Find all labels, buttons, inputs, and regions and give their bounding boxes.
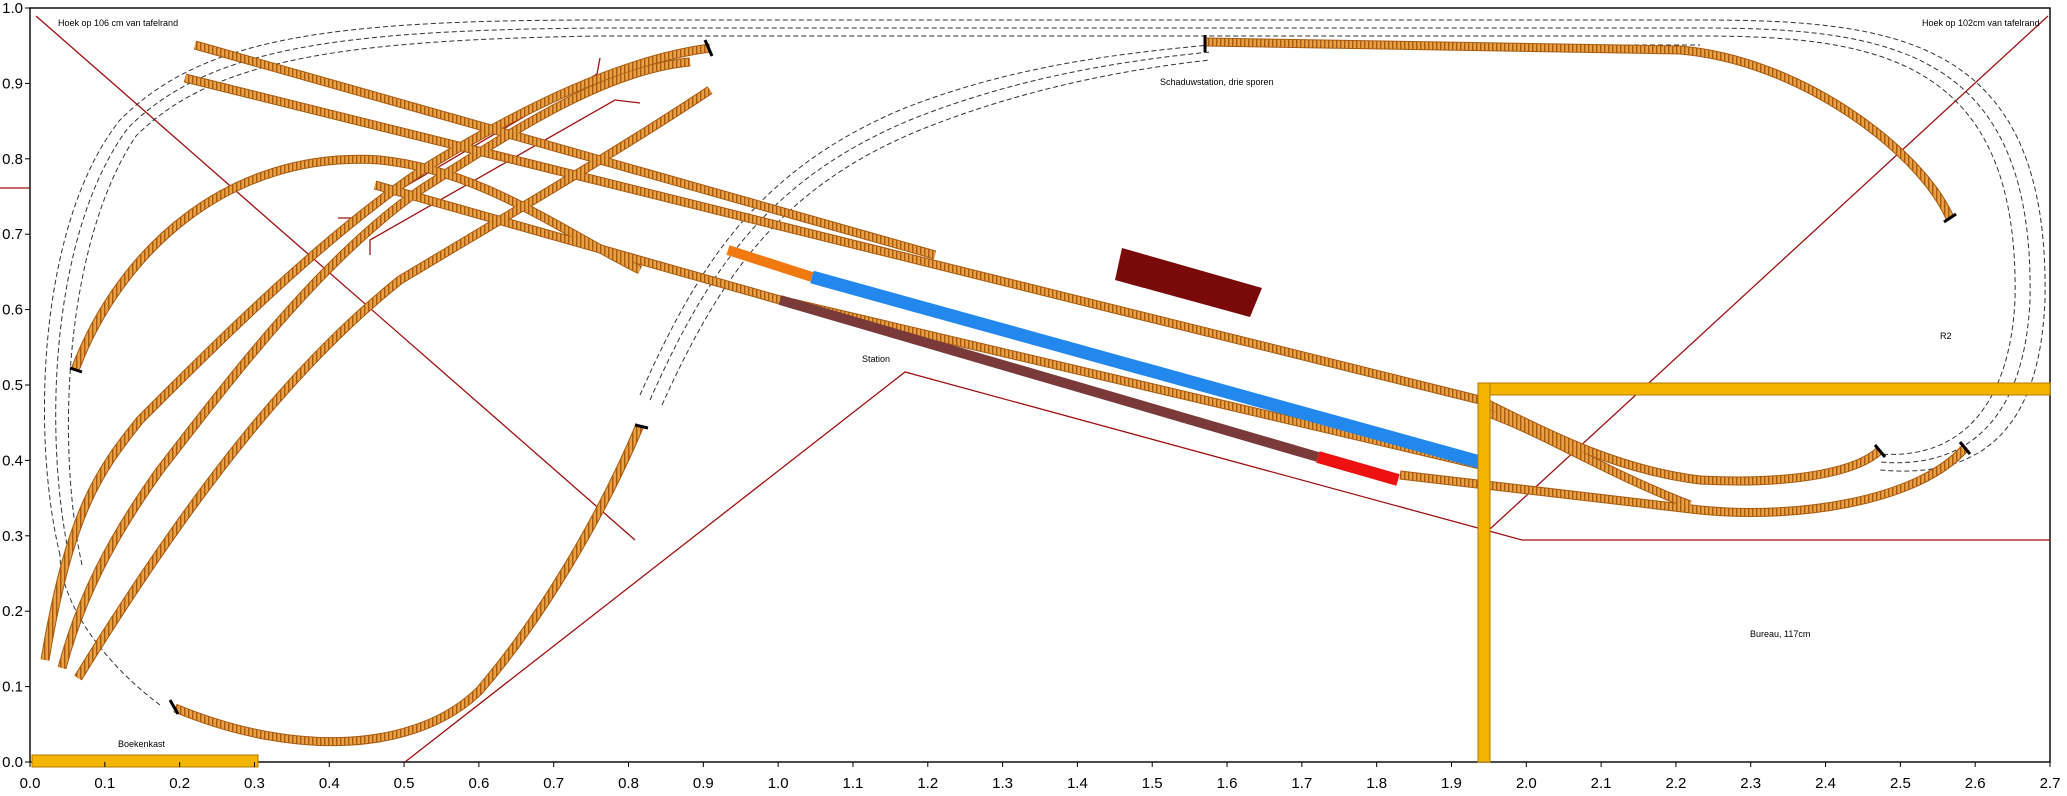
y-tick-label: 0.4 <box>2 452 23 469</box>
x-tick-label: 1.5 <box>1142 775 1163 792</box>
label-corner-left: Hoek op 106 cm van tafelrand <box>58 18 178 28</box>
label-r2: R2 <box>1940 331 1952 341</box>
y-tick-label: 1.0 <box>2 0 23 17</box>
x-tick-label: 2.4 <box>1815 775 1836 792</box>
x-tick-label: 0.0 <box>20 775 41 792</box>
label-shadow-station: Schaduwstation, drie sporen <box>1160 77 1274 87</box>
x-tick-label: 0.4 <box>319 775 340 792</box>
label-bureau: Bureau, 117cm <box>1750 629 1810 639</box>
x-tick-label: 2.2 <box>1665 775 1686 792</box>
y-tick-label: 0.9 <box>2 75 23 92</box>
x-tick-label: 1.9 <box>1441 775 1462 792</box>
bureau-leg <box>1477 382 1491 763</box>
x-tick-label: 2.0 <box>1516 775 1537 792</box>
x-tick-label: 1.0 <box>768 775 789 792</box>
y-tick-label: 0.2 <box>2 603 23 620</box>
x-tick-label: 0.5 <box>394 775 415 792</box>
y-tick-label: 0.6 <box>2 302 23 319</box>
x-tick-label: 2.5 <box>1890 775 1911 792</box>
x-axis: 0.0 0.1 0.2 0.3 0.4 0.5 0.6 0.7 0.8 0.9 1.0 1.1 1.2 1… <box>20 762 2061 792</box>
y-tick-label: 0.8 <box>2 151 23 168</box>
label-boekenkast: Boekenkast <box>118 739 166 749</box>
track-layout-diagram: Hoek op 106 cm van tafelrand Hoek op 102… <box>0 0 2061 792</box>
x-tick-label: 0.9 <box>693 775 714 792</box>
x-tick-label: 0.6 <box>468 775 489 792</box>
x-tick-label: 1.6 <box>1217 775 1238 792</box>
x-tick-label: 2.1 <box>1591 775 1612 792</box>
x-tick-label: 2.7 <box>2040 775 2061 792</box>
x-tick-label: 1.3 <box>992 775 1013 792</box>
y-tick-label: 0.7 <box>2 226 23 243</box>
x-tick-label: 0.8 <box>618 775 639 792</box>
x-tick-label: 0.7 <box>543 775 564 792</box>
x-tick-label: 1.4 <box>1067 775 1088 792</box>
x-tick-label: 0.3 <box>244 775 265 792</box>
label-station: Station <box>862 354 890 364</box>
x-tick-label: 0.2 <box>169 775 190 792</box>
bureau-top <box>1477 382 2051 396</box>
x-tick-label: 1.2 <box>917 775 938 792</box>
y-tick-label: 0.0 <box>2 754 23 771</box>
x-tick-label: 1.7 <box>1291 775 1312 792</box>
y-tick-label: 0.5 <box>2 377 23 394</box>
y-tick-label: 0.3 <box>2 528 23 545</box>
x-tick-label: 2.6 <box>1965 775 1986 792</box>
boekenkast-shelf <box>31 754 259 768</box>
y-tick-label: 0.1 <box>2 679 23 696</box>
x-tick-label: 1.1 <box>843 775 864 792</box>
x-tick-label: 1.8 <box>1366 775 1387 792</box>
label-corner-right: Hoek op 102cm van tafelrand <box>1922 18 2040 28</box>
x-tick-label: 2.3 <box>1740 775 1761 792</box>
y-axis: 0.0 0.1 0.2 0.3 0.4 0.5 0.6 0.7 0.8 0.9 1.0 <box>2 0 30 771</box>
x-tick-label: 0.1 <box>94 775 115 792</box>
